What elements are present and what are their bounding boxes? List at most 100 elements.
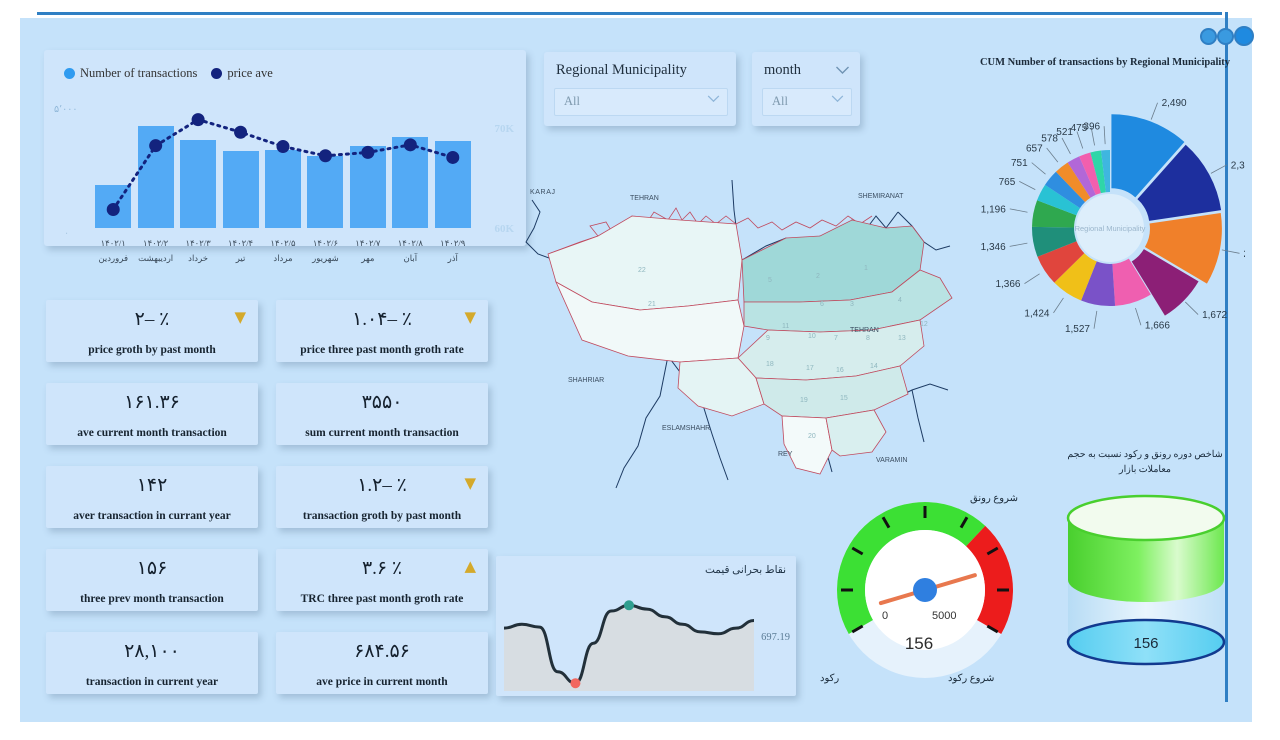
kpi-card[interactable]: ۱.۲– ٪transaction groth by past month▼ bbox=[276, 466, 488, 528]
kpi-value: ۱۶۱.۳۶ bbox=[46, 391, 258, 414]
kpi-caption: price three past month groth rate bbox=[276, 344, 488, 356]
price-marker[interactable] bbox=[234, 126, 247, 139]
donut-value-label: 2,395 bbox=[1231, 160, 1245, 171]
chevron-down-icon[interactable] bbox=[707, 95, 720, 103]
cylinder-svg[interactable]: 156 bbox=[1060, 492, 1232, 682]
svg-text:9: 9 bbox=[766, 335, 770, 342]
line-chart-marker-max[interactable] bbox=[624, 600, 634, 610]
price-marker[interactable] bbox=[319, 149, 332, 162]
donut-leader-line bbox=[1053, 298, 1063, 313]
svg-text:14: 14 bbox=[870, 363, 878, 370]
svg-text:19: 19 bbox=[800, 397, 808, 404]
legend-label-transactions: Number of transactions bbox=[80, 66, 197, 81]
kpi-card[interactable]: ۲۸,۱۰۰transaction in current year bbox=[46, 632, 258, 694]
bar-x-label: ۱۴۰۲/۸آبان bbox=[388, 236, 432, 266]
kpi-caption: transaction groth by past month bbox=[276, 510, 488, 522]
donut-chart[interactable]: Regional Municipality 2,4902,3952,3321,6… bbox=[975, 78, 1245, 340]
gauge-label-boom: شروع رونق bbox=[970, 493, 1018, 504]
slicer-month[interactable]: month All bbox=[752, 52, 860, 126]
bar-x-label: ۱۴۰۲/۳خرداد bbox=[176, 236, 220, 266]
chevron-down-icon: ▼ bbox=[234, 310, 246, 324]
kpi-card[interactable]: ۱.۰۴– ٪price three past month groth rate… bbox=[276, 300, 488, 362]
kpi-card[interactable]: ۲– ٪price groth by past month▼ bbox=[46, 300, 258, 362]
market-gauge[interactable]: 0 5000 156 شروع رونق رکود شروع رکود bbox=[820, 495, 1030, 695]
map-district[interactable] bbox=[826, 410, 886, 456]
svg-text:18: 18 bbox=[766, 361, 774, 368]
donut-value-label: 1,366 bbox=[995, 279, 1020, 290]
price-marker[interactable] bbox=[149, 139, 162, 152]
donut-value-label: 657 bbox=[1026, 144, 1043, 155]
line-chart-marker-min[interactable] bbox=[570, 678, 580, 688]
header-rule bbox=[37, 12, 1222, 15]
kpi-caption: sum current month transaction bbox=[276, 427, 488, 439]
price-line-path bbox=[113, 120, 453, 210]
donut-svg[interactable]: Regional Municipality 2,4902,3952,3321,6… bbox=[975, 78, 1245, 340]
donut-leader-line bbox=[1032, 163, 1046, 175]
legend-swatch-icon bbox=[64, 68, 75, 79]
price-marker[interactable] bbox=[404, 138, 417, 151]
bar-x-label: ۱۴۰۲/۲اردیبهشت bbox=[134, 236, 178, 266]
svg-text:11: 11 bbox=[782, 323, 789, 330]
price-marker[interactable] bbox=[277, 140, 290, 153]
market-index-cylinder[interactable]: 156 bbox=[1060, 492, 1232, 682]
kpi-card[interactable]: ۶۸۴.۵۶ave price in current month bbox=[276, 632, 488, 694]
slicer-regional-municipality[interactable]: Regional Municipality All bbox=[544, 52, 736, 126]
map-district-shapes bbox=[548, 216, 952, 474]
kpi-card[interactable]: ۳۵۵۰sum current month transaction bbox=[276, 383, 488, 445]
price-marker[interactable] bbox=[446, 151, 459, 164]
chevron-down-icon[interactable] bbox=[831, 95, 844, 103]
bar-chart-legend: Number of transactions price ave bbox=[64, 66, 273, 81]
donut-value-label: 1,527 bbox=[1065, 324, 1090, 335]
kpi-caption: TRC three past month groth rate bbox=[276, 593, 488, 605]
slicer-dropdown[interactable]: All bbox=[762, 88, 852, 116]
line-chart-value: 697.19 bbox=[761, 632, 790, 643]
header-dot-2 bbox=[1217, 28, 1234, 45]
bar-y-axis-label: ۵٬۰۰۰ bbox=[54, 104, 77, 115]
bar-y-axis-zero: ٠ bbox=[64, 228, 69, 239]
donut-leader-line bbox=[1019, 181, 1035, 189]
donut-leader-line bbox=[1135, 308, 1140, 325]
svg-text:8: 8 bbox=[866, 335, 870, 342]
svg-text:12: 12 bbox=[920, 321, 928, 328]
donut-leader-line bbox=[1010, 243, 1028, 246]
kpi-value: ۱.۲– ٪ bbox=[276, 474, 488, 497]
line-chart-title: نقاط بحرانی قیمت bbox=[705, 564, 786, 576]
slicer-title: month bbox=[764, 62, 801, 79]
kpi-card[interactable]: ۱۴۲aver transaction in currant year bbox=[46, 466, 258, 528]
price-marker[interactable] bbox=[361, 146, 374, 159]
critical-price-points-chart[interactable]: نقاط بحرانی قیمت 697.19 bbox=[496, 556, 796, 696]
line-chart-svg bbox=[504, 586, 754, 691]
slicer-dropdown[interactable]: All bbox=[554, 88, 728, 116]
svg-text:1: 1 bbox=[864, 265, 868, 272]
donut-leader-line bbox=[1024, 274, 1039, 284]
donut-leader-line bbox=[1211, 165, 1227, 174]
kpi-caption: price groth by past month bbox=[46, 344, 258, 356]
donut-leader-line bbox=[1185, 302, 1198, 315]
transactions-bar-chart[interactable]: Number of transactions price ave ۵٬۰۰۰ ٠… bbox=[44, 50, 526, 246]
map-district[interactable] bbox=[782, 416, 832, 474]
slicer-title: Regional Municipality bbox=[556, 62, 687, 79]
legend-item-transactions: Number of transactions bbox=[64, 66, 197, 81]
kpi-card[interactable]: ۱۵۶three prev month transaction bbox=[46, 549, 258, 611]
tehran-districts-map[interactable]: 2221 52 13 46 910 78 1318 1716 1419 1520… bbox=[520, 150, 960, 510]
donut-value-label: 1,666 bbox=[1145, 321, 1170, 332]
gauge-max-label: 5000 bbox=[932, 610, 956, 622]
cylinder-top-cap bbox=[1068, 496, 1224, 540]
donut-center-label: Regional Municipality bbox=[1075, 224, 1146, 233]
map-svg[interactable]: 2221 52 13 46 910 78 1318 1716 1419 1520… bbox=[520, 150, 960, 510]
svg-text:7: 7 bbox=[834, 335, 838, 342]
kpi-card[interactable]: ۱۶۱.۳۶ave current month transaction bbox=[46, 383, 258, 445]
header-dot-3 bbox=[1234, 26, 1254, 46]
price-marker[interactable] bbox=[107, 203, 120, 216]
chevron-down-icon[interactable] bbox=[835, 66, 850, 75]
price-marker[interactable] bbox=[192, 113, 205, 126]
gauge-svg[interactable]: 0 5000 156 bbox=[820, 495, 1030, 695]
kpi-card[interactable]: ۳.۶ ٪TRC three past month groth rate▲ bbox=[276, 549, 488, 611]
bar-y2-top-label: 70K bbox=[494, 123, 514, 135]
bar-x-label: ۱۴۰۲/۹آذر bbox=[431, 236, 475, 266]
bar-x-label: ۱۴۰۲/۶شهریور bbox=[303, 236, 347, 266]
kpi-value: ۳.۶ ٪ bbox=[276, 557, 488, 580]
svg-text:15: 15 bbox=[840, 395, 848, 402]
map-label-karaj: KARAJ bbox=[530, 189, 556, 196]
bar-x-label: ۱۴۰۲/۱فروردین bbox=[91, 236, 135, 266]
